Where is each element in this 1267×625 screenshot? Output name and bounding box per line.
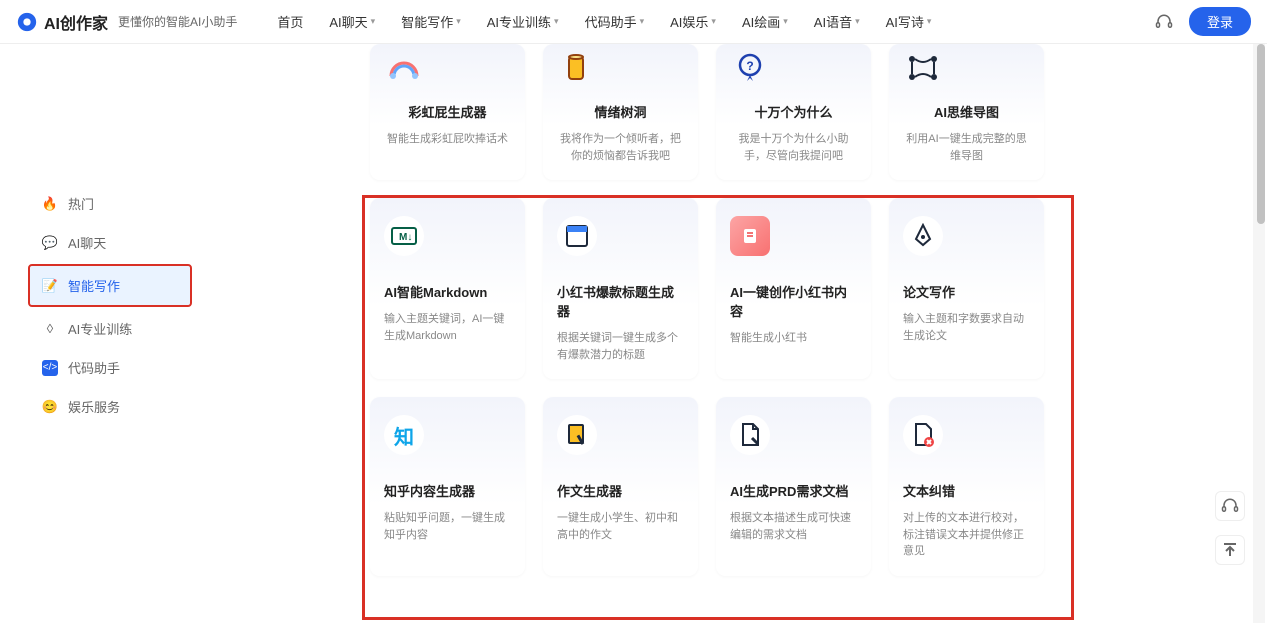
nav-fun[interactable]: AI娱乐▾ xyxy=(670,12,716,31)
zhihu-icon: 知 xyxy=(384,415,424,455)
card-desc: 我将作为一个倾听者，把你的烦恼都告诉我吧 xyxy=(557,131,684,164)
card-xhs-title[interactable]: 小红书爆款标题生成器 根据关键词一键生成多个有爆款潜力的标题 xyxy=(543,198,698,379)
pen-icon xyxy=(903,216,943,256)
nav-code[interactable]: 代码助手▾ xyxy=(585,12,645,31)
card-title: 知乎内容生成器 xyxy=(384,481,511,500)
card-desc: 输入主题和字数要求自动生成论文 xyxy=(903,311,1030,344)
smile-icon: 😊 xyxy=(42,399,58,415)
card-correct[interactable]: 文本纠错 对上传的文本进行校对，标注错误文本并提供修正意见 xyxy=(889,397,1044,576)
card-desc: 对上传的文本进行校对，标注错误文本并提供修正意见 xyxy=(903,510,1030,560)
browser-icon xyxy=(557,216,597,256)
logo-icon xyxy=(16,11,38,33)
card-markdown[interactable]: M↓ AI智能Markdown 输入主题关键词，AI一键生成Markdown xyxy=(370,198,525,379)
card-thesis[interactable]: 论文写作 输入主题和字数要求自动生成论文 xyxy=(889,198,1044,379)
chevron-down-icon: ▾ xyxy=(554,16,559,27)
chevron-down-icon: ▾ xyxy=(640,16,645,27)
card-desc: 智能生成小红书 xyxy=(730,330,857,347)
card-title: 作文生成器 xyxy=(557,481,684,500)
nav-chat[interactable]: AI聊天▾ xyxy=(329,12,375,31)
chevron-down-icon: ▾ xyxy=(927,16,932,27)
card-desc: 输入主题关键词，AI一键生成Markdown xyxy=(384,311,511,344)
markdown-icon: M↓ xyxy=(384,216,424,256)
card-desc: 根据关键词一键生成多个有爆款潜力的标题 xyxy=(557,330,684,363)
chevron-down-icon: ▾ xyxy=(371,16,376,27)
card-prd[interactable]: AI生成PRD需求文档 根据文本描述生成可快速编辑的需求文档 xyxy=(716,397,871,576)
fire-icon: 🔥 xyxy=(42,196,58,212)
main-content: 彩虹屁生成器 智能生成彩虹屁吹捧话术 情绪树洞 我将作为一个倾听者，把你的烦恼都… xyxy=(220,44,1267,625)
card-rainbow[interactable]: 彩虹屁生成器 智能生成彩虹屁吹捧话术 xyxy=(370,44,525,180)
card-tree-hole[interactable]: 情绪树洞 我将作为一个倾听者，把你的烦恼都告诉我吧 xyxy=(543,44,698,180)
nav-writing[interactable]: 智能写作▾ xyxy=(401,12,461,31)
mindmap-icon xyxy=(903,48,943,88)
logo[interactable]: AI创作家 xyxy=(16,10,108,34)
arrow-top-icon xyxy=(1222,542,1238,558)
login-button[interactable]: 登录 xyxy=(1189,7,1251,36)
question-icon: ? xyxy=(730,48,770,88)
card-desc: 根据文本描述生成可快速编辑的需求文档 xyxy=(730,510,857,543)
card-title: AI思维导图 xyxy=(903,102,1030,121)
chevron-down-icon: ▾ xyxy=(783,16,788,27)
chevron-down-icon: ▾ xyxy=(711,16,716,27)
nav-draw[interactable]: AI绘画▾ xyxy=(742,12,788,31)
card-desc: 利用AI一键生成完整的思维导图 xyxy=(903,131,1030,164)
card-xhs-content[interactable]: AI一键创作小红书内容 智能生成小红书 xyxy=(716,198,871,379)
code-icon: </> xyxy=(42,360,58,376)
nav-training[interactable]: AI专业训练▾ xyxy=(487,12,559,31)
card-title: 小红书爆款标题生成器 xyxy=(557,282,684,320)
card-title: AI智能Markdown xyxy=(384,282,511,301)
card-title: 论文写作 xyxy=(903,282,1030,301)
card-desc: 一键生成小学生、初中和高中的作文 xyxy=(557,510,684,543)
write-icon: 📝 xyxy=(42,278,58,294)
card-desc: 我是十万个为什么小助手，尽管向我提问吧 xyxy=(730,131,857,164)
svg-text:M↓: M↓ xyxy=(399,232,412,243)
scrollbar-thumb[interactable] xyxy=(1257,44,1265,224)
sidebar-item-writing[interactable]: 📝智能写作 xyxy=(28,264,192,307)
doc-edit-icon xyxy=(730,415,770,455)
card-title: 文本纠错 xyxy=(903,481,1030,500)
rainbow-icon xyxy=(384,48,424,88)
svg-text:?: ? xyxy=(746,59,753,73)
header: AI创作家 更懂你的智能AI小助手 首页 AI聊天▾ 智能写作▾ AI专业训练▾… xyxy=(0,0,1267,44)
sidebar-item-hot[interactable]: 🔥热门 xyxy=(30,184,190,223)
chevron-down-icon: ▾ xyxy=(855,16,860,27)
chat-icon: 💬 xyxy=(42,235,58,251)
support-icon[interactable] xyxy=(1155,13,1173,31)
nav-voice[interactable]: AI语音▾ xyxy=(814,12,860,31)
card-desc: 粘贴知乎问题，一键生成知乎内容 xyxy=(384,510,511,543)
sidebar-item-fun[interactable]: 😊娱乐服务 xyxy=(30,387,190,426)
header-subtitle: 更懂你的智能AI小助手 xyxy=(118,13,237,30)
card-title: AI一键创作小红书内容 xyxy=(730,282,857,320)
doc-error-icon xyxy=(903,415,943,455)
sidebar-item-chat[interactable]: 💬AI聊天 xyxy=(30,223,190,262)
logo-text: AI创作家 xyxy=(44,10,108,34)
sidebar-item-code[interactable]: </>代码助手 xyxy=(30,348,190,387)
float-top-button[interactable] xyxy=(1215,535,1245,565)
card-why[interactable]: ? 十万个为什么 我是十万个为什么小助手，尽管向我提问吧 xyxy=(716,44,871,180)
float-support-button[interactable] xyxy=(1215,491,1245,521)
sidebar: 🔥热门 💬AI聊天 📝智能写作 ◊AI专业训练 </>代码助手 😊娱乐服务 xyxy=(0,44,220,625)
headset-icon xyxy=(1221,497,1239,515)
cube-icon: ◊ xyxy=(42,321,58,337)
card-title: AI生成PRD需求文档 xyxy=(730,481,857,500)
cup-icon xyxy=(557,48,597,88)
nav-poem[interactable]: AI写诗▾ xyxy=(886,12,932,31)
card-desc: 智能生成彩虹屁吹捧话术 xyxy=(384,131,511,148)
chevron-down-icon: ▾ xyxy=(456,16,461,27)
card-mindmap[interactable]: AI思维导图 利用AI一键生成完整的思维导图 xyxy=(889,44,1044,180)
nav-home[interactable]: 首页 xyxy=(277,12,303,31)
sidebar-item-training[interactable]: ◊AI专业训练 xyxy=(30,309,190,348)
top-nav: 首页 AI聊天▾ 智能写作▾ AI专业训练▾ 代码助手▾ AI娱乐▾ AI绘画▾… xyxy=(277,12,931,31)
card-title: 彩虹屁生成器 xyxy=(384,102,511,121)
card-title: 十万个为什么 xyxy=(730,102,857,121)
card-zhihu[interactable]: 知 知乎内容生成器 粘贴知乎问题，一键生成知乎内容 xyxy=(370,397,525,576)
card-title: 情绪树洞 xyxy=(557,102,684,121)
note-icon xyxy=(730,216,770,256)
doc-pencil-icon xyxy=(557,415,597,455)
card-essay[interactable]: 作文生成器 一键生成小学生、初中和高中的作文 xyxy=(543,397,698,576)
